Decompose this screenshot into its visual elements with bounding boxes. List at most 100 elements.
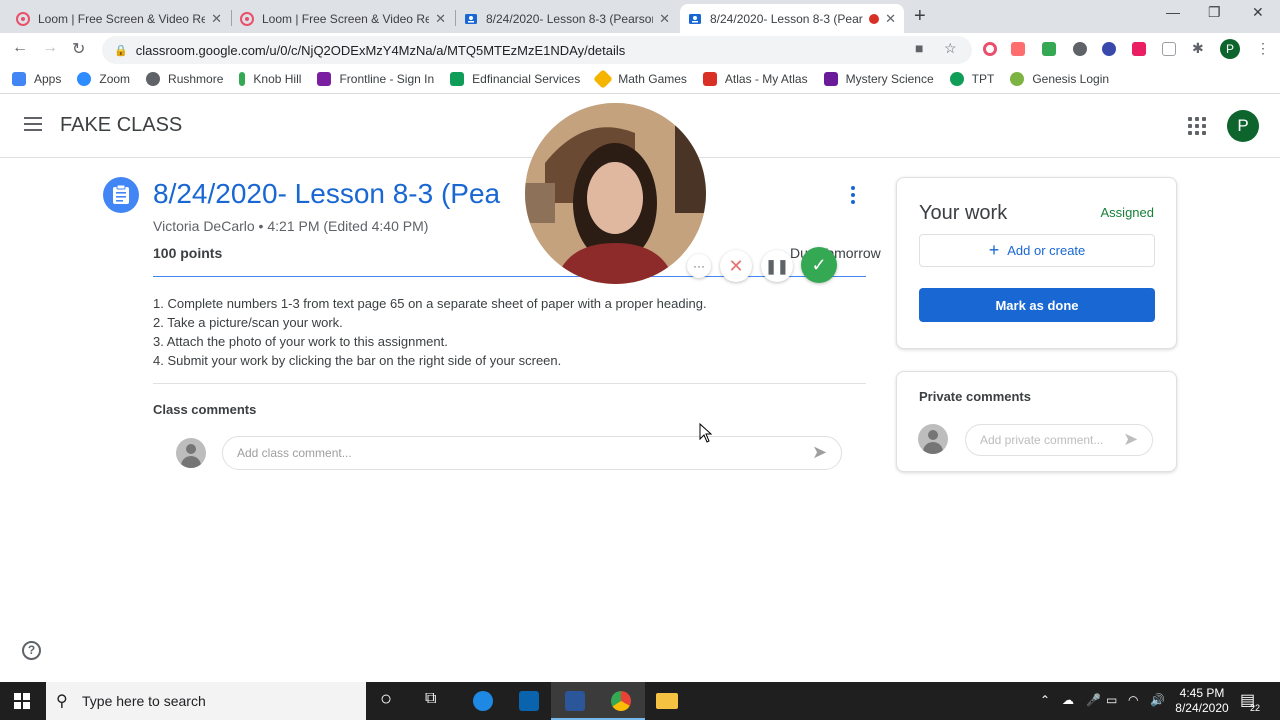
loom-icon — [16, 11, 30, 26]
extension-icon[interactable] — [1073, 42, 1087, 56]
loom-finish-icon[interactable]: ✓ — [801, 247, 837, 283]
bookmark-mystery-science[interactable]: Mystery Science — [823, 72, 934, 86]
menu-dots-icon[interactable]: ⋮ — [1256, 40, 1270, 57]
search-icon: ⚲ — [56, 693, 68, 710]
extension-icon[interactable] — [1162, 42, 1176, 56]
file-explorer-app[interactable] — [643, 682, 691, 720]
taskbar-clock[interactable]: 4:45 PM 8/24/2020 — [1172, 686, 1232, 716]
frontline-icon — [317, 72, 332, 86]
bookmark-math-games[interactable]: Math Games — [593, 69, 687, 89]
reload-icon[interactable]: ↻ — [72, 39, 85, 59]
class-comment-input[interactable]: Add class comment... — [222, 436, 842, 470]
bookmark-apps[interactable]: Apps — [12, 72, 61, 86]
extension-icon[interactable] — [1102, 42, 1116, 56]
loom-more-icon[interactable]: ··· — [687, 254, 711, 278]
bookmark-atlas[interactable]: Atlas - My Atlas — [702, 72, 808, 86]
extension-icon[interactable] — [1132, 42, 1146, 56]
bookmark-knob-hill[interactable]: Knob Hill — [239, 72, 301, 86]
bookmark-label: Rushmore — [168, 72, 224, 86]
assignment-meta: Victoria DeCarlo • 4:21 PM (Edited 4:40 … — [153, 218, 429, 234]
minimize-icon[interactable]: — — [1166, 4, 1180, 20]
private-comments-title: Private comments — [919, 389, 1031, 404]
forward-icon[interactable]: → — [42, 39, 58, 57]
browser-tab[interactable]: Loom | Free Screen & Video Recording Sof… — [8, 4, 230, 33]
edfinancial-icon — [450, 72, 465, 86]
profile-avatar[interactable]: P — [1220, 39, 1240, 59]
add-or-create-button[interactable]: + Add or create — [919, 234, 1155, 267]
bookmark-label: Math Games — [618, 72, 687, 86]
edge-icon — [473, 691, 493, 711]
assignment-instructions: 1. Complete numbers 1-3 from text page 6… — [153, 294, 707, 370]
loom-webcam-bubble[interactable] — [525, 103, 706, 284]
chrome-icon — [611, 691, 631, 711]
bookmark-frontline[interactable]: Frontline - Sign In — [317, 72, 434, 86]
divider — [153, 383, 866, 384]
help-icon[interactable]: ? — [22, 641, 41, 660]
bookmark-rushmore[interactable]: Rushmore — [146, 72, 223, 86]
edge-app[interactable] — [459, 682, 507, 720]
lock-icon: 🔒 — [114, 44, 128, 57]
more-options-icon[interactable] — [851, 186, 855, 207]
bookmark-star-icon[interactable]: ☆ — [944, 40, 957, 57]
bookmark-genesis[interactable]: Genesis Login — [1010, 72, 1109, 86]
globe-icon — [146, 72, 161, 86]
bookmark-edfinancial[interactable]: Edfinancial Services — [450, 72, 580, 86]
cortana-icon[interactable]: ○ — [380, 688, 392, 710]
browser-tab[interactable]: 8/24/2020- Lesson 8-3 (Pearson) ✕ — [456, 4, 678, 33]
send-icon[interactable]: ➤ — [1123, 429, 1138, 450]
instruction-line: 4. Submit your work by clicking the bar … — [153, 353, 562, 368]
taskbar-search-placeholder: Type here to search — [82, 693, 206, 709]
address-bar[interactable]: 🔒 classroom.google.com/u/0/c/NjQ2ODExMzY… — [102, 36, 972, 64]
tab-title: Loom | Free Screen & Video Recording Sof… — [38, 11, 206, 26]
url-text: classroom.google.com/u/0/c/NjQ2ODExMzY4M… — [135, 42, 626, 58]
hamburger-menu-icon[interactable] — [24, 117, 42, 131]
loom-cancel-icon[interactable]: ✕ — [720, 250, 752, 282]
assignment-points: 100 points — [153, 245, 223, 261]
class-name[interactable]: FAKE CLASS — [60, 114, 182, 137]
microphone-icon[interactable]: 🎤 — [1086, 693, 1101, 707]
loom-pause-icon[interactable]: ❚❚ — [761, 250, 793, 282]
bookmark-zoom[interactable]: Zoom — [77, 72, 130, 86]
bookmark-label: Frontline - Sign In — [339, 72, 435, 86]
tpt-icon — [949, 72, 964, 86]
browser-tab[interactable]: Loom | Free Screen & Video Recording Sof… — [232, 4, 454, 33]
windows-start-icon[interactable] — [14, 693, 30, 709]
instruction-line: 3. Attach the photo of your work to this… — [153, 334, 448, 349]
loom-extension-icon[interactable] — [983, 42, 997, 56]
back-icon[interactable]: ← — [12, 39, 28, 57]
math-games-icon — [593, 69, 614, 89]
taskbar-search[interactable]: ⚲ Type here to search — [46, 682, 366, 720]
show-hidden-icons-icon[interactable]: ⌃ — [1040, 693, 1050, 707]
plus-icon: + — [988, 240, 1000, 260]
onedrive-icon[interactable]: ☁ — [1062, 693, 1074, 707]
outlook-app[interactable] — [505, 682, 553, 720]
atlas-icon — [702, 72, 717, 86]
bookmark-label: Mystery Science — [845, 72, 934, 86]
chrome-app[interactable] — [597, 682, 645, 720]
wifi-icon[interactable]: ◠ — [1128, 693, 1138, 707]
browser-tab-active[interactable]: 8/24/2020- Lesson 8-3 (Pearson) ✕ — [680, 4, 904, 33]
task-view-icon[interactable]: ⧉ — [425, 690, 436, 712]
volume-icon[interactable]: 🔊 — [1150, 693, 1165, 707]
close-tab-icon[interactable]: ✕ — [211, 11, 222, 27]
battery-icon[interactable]: ▭ — [1106, 693, 1117, 707]
extension-icon[interactable] — [1011, 42, 1025, 56]
new-tab-icon[interactable]: + — [914, 5, 926, 28]
close-tab-icon[interactable]: ✕ — [885, 11, 896, 27]
google-apps-icon[interactable] — [1188, 117, 1206, 135]
send-icon[interactable]: ➤ — [812, 442, 827, 463]
mark-as-done-button[interactable]: Mark as done — [919, 288, 1155, 322]
close-tab-icon[interactable]: ✕ — [659, 11, 670, 27]
close-window-icon[interactable]: ✕ — [1252, 4, 1264, 21]
puzzle-extensions-icon[interactable]: ✱ — [1192, 40, 1204, 57]
camera-icon[interactable]: ■ — [915, 40, 923, 56]
restore-icon[interactable]: ❐ — [1208, 4, 1221, 21]
profile-avatar[interactable]: P — [1227, 110, 1259, 142]
assignment-icon — [103, 177, 139, 213]
close-tab-icon[interactable]: ✕ — [435, 11, 446, 27]
add-or-create-label: Add or create — [1007, 243, 1086, 258]
extension-icon[interactable] — [1042, 42, 1056, 56]
word-app[interactable] — [551, 682, 599, 720]
bookmarks-bar: Apps Zoom Rushmore Knob Hill Frontline -… — [0, 65, 1280, 94]
bookmark-tpt[interactable]: TPT — [949, 72, 994, 86]
